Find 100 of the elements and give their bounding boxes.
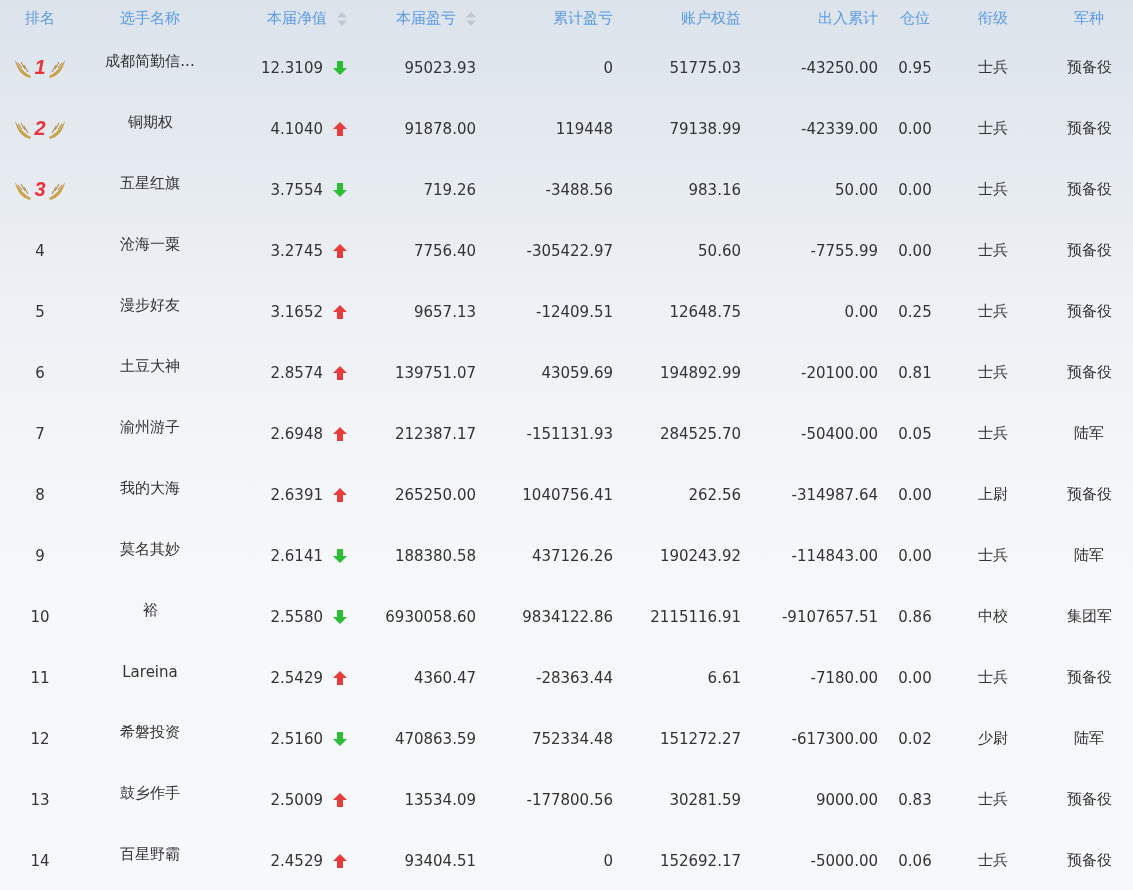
rank-number: 2	[34, 117, 46, 140]
period-pnl-cell: 139751.07	[394, 363, 476, 382]
cumulative-pnl-cell: 0	[603, 58, 613, 77]
rank-title-cell: 士兵	[977, 424, 1008, 443]
period-pnl-cell: 9657.13	[413, 302, 476, 321]
player-name: 五星红旗	[120, 174, 180, 193]
period-pnl-cell: 93404.51	[404, 851, 476, 870]
net-inflow-cell: -7180.00	[810, 668, 878, 687]
cumulative-pnl-cell: -151131.93	[526, 424, 613, 443]
period-pnl-cell: 7756.40	[413, 241, 476, 260]
net-value-cell: 3.7554	[270, 180, 323, 199]
position-cell: 0.00	[898, 546, 932, 565]
net-value-cell: 2.5009	[270, 790, 323, 809]
net-value-cell: 2.6141	[270, 546, 323, 565]
cumulative-pnl-cell: -12409.51	[536, 302, 613, 321]
net-inflow-cell: -7755.99	[810, 241, 878, 260]
rank-title-cell: 士兵	[977, 119, 1008, 138]
rank-number: 9	[35, 546, 45, 565]
branch-cell: 预备役	[1066, 363, 1112, 382]
cumulative-pnl-cell: 437126.26	[531, 546, 613, 565]
column-header: 本届盈亏	[396, 9, 456, 28]
branch-cell: 陆军	[1074, 546, 1104, 565]
rank-title-cell: 士兵	[977, 180, 1008, 199]
rank-number: 11	[30, 668, 50, 687]
branch-cell: 预备役	[1066, 241, 1112, 260]
net-inflow-cell: -42339.00	[801, 119, 878, 138]
period-pnl-cell: 95023.93	[404, 58, 476, 77]
rank-title-cell: 少尉	[977, 729, 1008, 748]
player-name: 鼓乡作手	[120, 784, 180, 803]
equity-cell: 51775.03	[669, 58, 741, 77]
branch-cell: 预备役	[1066, 180, 1112, 199]
equity-cell: 284525.70	[659, 424, 741, 443]
period-pnl-cell: 719.26	[423, 180, 476, 199]
net-value-cell: 2.5580	[270, 607, 323, 626]
period-pnl-cell: 91878.00	[404, 119, 476, 138]
position-cell: 0.00	[898, 485, 932, 504]
rank-number: 5	[35, 302, 45, 321]
position-cell: 0.00	[898, 180, 932, 199]
position-cell: 0.83	[898, 790, 932, 809]
player-name: Lareina	[122, 662, 178, 681]
column-header: 衔级	[977, 9, 1008, 28]
net-value-cell: 3.2745	[270, 241, 323, 260]
net-value-cell: 2.4529	[270, 851, 323, 870]
equity-cell: 50.60	[698, 241, 741, 260]
column-header: 累计盈亏	[553, 9, 613, 28]
net-inflow-cell: -617300.00	[791, 729, 878, 748]
cumulative-pnl-cell: -177800.56	[526, 790, 613, 809]
period-pnl-cell: 265250.00	[394, 485, 476, 504]
net-value-cell: 3.1652	[270, 302, 323, 321]
rank-number: 3	[34, 178, 46, 201]
column-header: 本届净值	[267, 9, 327, 28]
column-header: 军种	[1074, 9, 1104, 28]
period-pnl-cell: 13534.09	[404, 790, 476, 809]
branch-cell: 陆军	[1074, 424, 1104, 443]
equity-cell: 6.61	[707, 668, 741, 687]
player-name: 土豆大神	[120, 357, 180, 376]
rank-title-cell: 士兵	[977, 363, 1008, 382]
equity-cell: 79138.99	[669, 119, 741, 138]
cumulative-pnl-cell: -28363.44	[536, 668, 613, 687]
column-header: 选手名称	[120, 9, 180, 28]
player-name: 漫步好友	[120, 296, 180, 315]
cumulative-pnl-cell: 0	[603, 851, 613, 870]
column-header: 出入累计	[818, 9, 878, 28]
equity-cell: 30281.59	[669, 790, 741, 809]
branch-cell: 预备役	[1066, 790, 1112, 809]
column-header: 账户权益	[681, 9, 741, 28]
rank-title-cell: 士兵	[977, 302, 1008, 321]
position-cell: 0.25	[898, 302, 932, 321]
period-pnl-cell: 6930058.60	[385, 607, 476, 626]
branch-cell: 预备役	[1066, 668, 1112, 687]
period-pnl-cell: 4360.47	[413, 668, 476, 687]
rank-title-cell: 士兵	[977, 851, 1008, 870]
player-name: 我的大海	[120, 479, 180, 498]
player-name: 裕	[142, 601, 158, 620]
net-value-cell: 2.8574	[270, 363, 323, 382]
player-name: 希磐投资	[120, 723, 180, 742]
column-header: 排名	[25, 9, 55, 28]
branch-cell: 预备役	[1066, 302, 1112, 321]
position-cell: 0.86	[898, 607, 932, 626]
branch-cell: 预备役	[1066, 851, 1112, 870]
rank-number: 7	[35, 424, 45, 443]
rank-title-cell: 士兵	[977, 668, 1008, 687]
branch-cell: 陆军	[1074, 729, 1104, 748]
player-name: 莫名其妙	[120, 540, 180, 559]
column-header: 仓位	[900, 9, 930, 28]
net-value-cell: 4.1040	[270, 119, 323, 138]
net-inflow-cell: -43250.00	[801, 58, 878, 77]
position-cell: 0.95	[898, 58, 932, 77]
branch-cell: 预备役	[1066, 119, 1112, 138]
net-inflow-cell: -20100.00	[801, 363, 878, 382]
player-name: 铜期权	[127, 113, 173, 132]
rank-number: 13	[30, 790, 50, 809]
position-cell: 0.06	[898, 851, 932, 870]
rank-title-cell: 中校	[977, 607, 1008, 626]
net-value-cell: 2.5429	[270, 668, 323, 687]
position-cell: 0.81	[898, 363, 932, 382]
period-pnl-cell: 212387.17	[394, 424, 476, 443]
net-inflow-cell: -314987.64	[791, 485, 878, 504]
equity-cell: 194892.99	[659, 363, 741, 382]
cumulative-pnl-cell: 43059.69	[541, 363, 613, 382]
